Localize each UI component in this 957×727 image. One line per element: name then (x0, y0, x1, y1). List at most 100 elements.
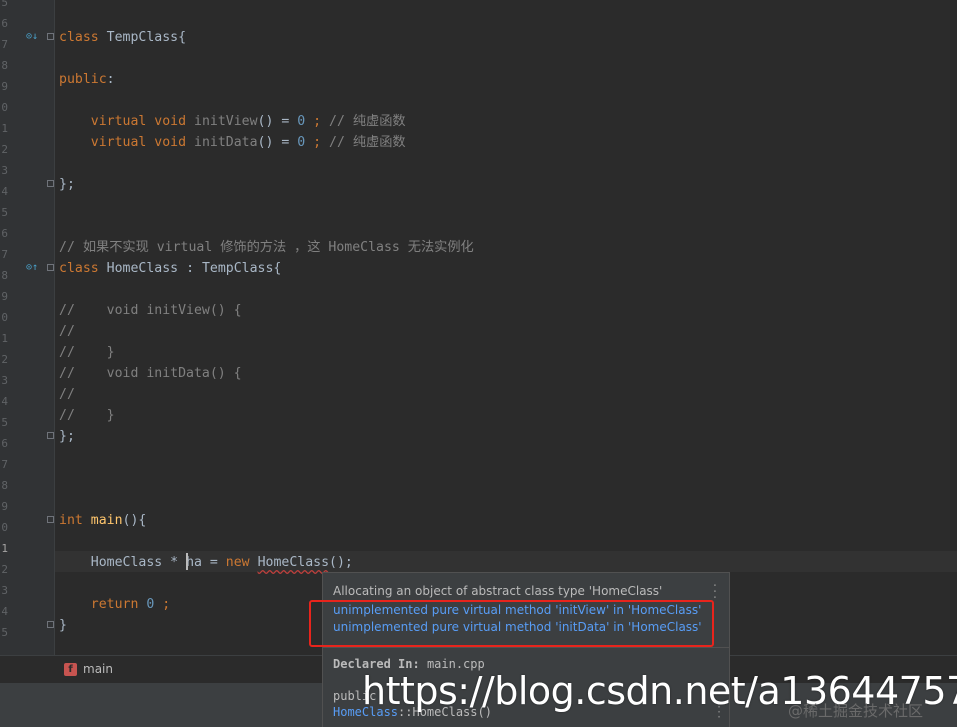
fold-marker[interactable] (47, 264, 54, 271)
line-number: 8 (1, 479, 8, 492)
line-number: 5 (1, 206, 8, 219)
fold-marker[interactable] (47, 180, 54, 187)
method-name: initData (194, 135, 258, 150)
line-number: 7 (1, 248, 8, 261)
keyword: void (154, 135, 187, 150)
fold-marker[interactable] (47, 33, 54, 40)
keyword: return (90, 597, 139, 612)
variable-name: ha (186, 555, 202, 570)
line-number: 3 (1, 164, 8, 177)
comment-line: // void initView() { (59, 303, 242, 318)
line-number: 4 (1, 185, 8, 198)
keyword: class (59, 30, 99, 45)
watermark-site: @稀土掘金技术社区 (788, 702, 924, 720)
code-line: public: (59, 69, 115, 90)
semicolon: ; (154, 597, 171, 612)
semicolon: ; (305, 114, 322, 129)
keyword: class (59, 261, 99, 276)
comment-line: // } (59, 345, 115, 360)
line-number-gutter[interactable] (0, 0, 55, 655)
line-number: 8 (1, 269, 8, 282)
class-name: TempClass (106, 30, 179, 45)
line-number: 4 (1, 395, 8, 408)
error-constructor-call[interactable]: HomeClass (258, 555, 329, 570)
comment-line: // 如果不实现 virtual 修饰的方法 ，这 HomeClass 无法实例… (59, 240, 474, 255)
line-number: 2 (1, 143, 8, 156)
override-gutter-icon[interactable]: ⊙↓ (26, 31, 38, 43)
fold-marker[interactable] (47, 621, 54, 628)
code-line: class HomeClass : TempClass{ (59, 258, 281, 279)
comment-line: // } (59, 408, 115, 423)
fold-marker[interactable] (47, 516, 54, 523)
comment-line: // (59, 324, 75, 339)
paren: () (257, 135, 274, 150)
code-line: }; (59, 177, 75, 192)
error-message: Allocating an object of abstract class t… (333, 584, 663, 598)
line-number: 7 (1, 38, 8, 51)
line-number: 1 (1, 332, 8, 345)
line-number: 0 (1, 311, 8, 324)
line-number: 0 (1, 521, 8, 534)
keyword: public (59, 72, 107, 87)
line-number: 1 (1, 122, 8, 135)
line-number: 7 (1, 458, 8, 471)
line-number: 9 (1, 290, 8, 303)
brace: { (178, 30, 187, 45)
type-name: HomeClass (90, 555, 163, 570)
comment: // 纯虚函数 (321, 135, 406, 150)
line-number: 8 (1, 59, 8, 72)
paren: () (257, 114, 274, 129)
function-icon: f (64, 663, 77, 676)
breadcrumb-item-main[interactable]: main (83, 662, 113, 676)
keyword: void (154, 114, 187, 129)
brace: { (273, 261, 282, 276)
method-name: initView (194, 114, 258, 129)
colon: : (178, 261, 202, 276)
code-line: HomeClass * ha = new HomeClass(); (59, 552, 353, 573)
line-number: 6 (1, 227, 8, 240)
code-line: virtual void initData() = 0 ; // 纯虚函数 (59, 132, 406, 153)
line-number: 3 (1, 584, 8, 597)
divider (323, 647, 729, 648)
line-number: 5 (1, 626, 8, 639)
keyword: virtual (90, 114, 147, 129)
code-line: return 0 ; (59, 594, 170, 615)
line-number: 5 (1, 0, 8, 9)
comment-line: // (59, 387, 75, 402)
class-name: HomeClass (106, 261, 179, 276)
operator: = (201, 555, 226, 570)
line-number: 6 (1, 437, 8, 450)
line-number: 4 (1, 605, 8, 618)
keyword: new (225, 555, 250, 570)
line-number: 5 (1, 416, 8, 429)
base-class-name: TempClass (201, 261, 274, 276)
highlight-box (309, 600, 714, 647)
paren: (){ (122, 513, 147, 528)
code-line: virtual void initView() = 0 ; // 纯虚函数 (59, 111, 406, 132)
code-line: class TempClass{ (59, 27, 186, 48)
keyword: virtual (90, 135, 147, 150)
comment-line: // void initData() { (59, 366, 242, 381)
colon: : (106, 72, 115, 87)
operator: = (273, 114, 298, 129)
line-number: 9 (1, 500, 8, 513)
line-number: 2 (1, 353, 8, 366)
semicolon: ; (305, 135, 322, 150)
fold-marker[interactable] (47, 432, 54, 439)
line-number: 6 (1, 17, 8, 30)
operator: = (273, 135, 298, 150)
paren: (); (329, 555, 353, 570)
function-name: main (90, 513, 123, 528)
line-number: 2 (1, 563, 8, 576)
code-line: int main(){ (59, 510, 146, 531)
implements-gutter-icon[interactable]: ⊙↑ (26, 262, 38, 274)
keyword: int (59, 513, 83, 528)
line-number: 3 (1, 374, 8, 387)
text-caret (186, 553, 188, 570)
code-line: } (59, 618, 67, 633)
line-number: 9 (1, 80, 8, 93)
